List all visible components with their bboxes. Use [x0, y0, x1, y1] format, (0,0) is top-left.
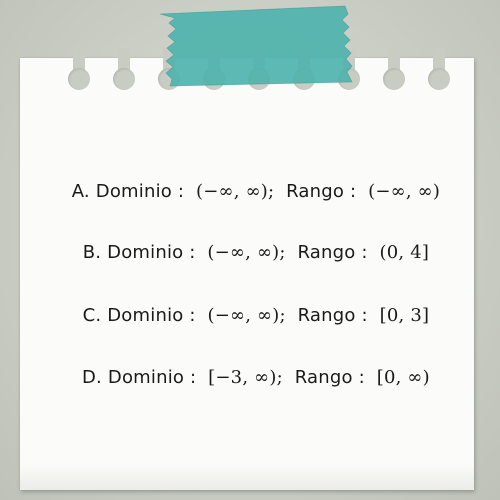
binder-hole	[113, 68, 135, 90]
binder-hole	[68, 68, 90, 90]
domain-label: Dominio :	[107, 305, 196, 326]
range-value: (0, 4]	[379, 242, 430, 263]
binder-hole	[248, 68, 270, 90]
binder-hole	[428, 68, 450, 90]
binder-hole	[203, 68, 225, 90]
answer-option-c[interactable]: C. Dominio : (−∞, ∞); Rango : [0, 3]	[0, 284, 500, 326]
range-value: [0, ∞)	[376, 367, 430, 388]
domain-value: (−∞, ∞);	[207, 305, 286, 326]
binder-hole	[158, 68, 180, 90]
range-label: Rango :	[294, 367, 365, 388]
answer-option-b[interactable]: B. Dominio : (−∞, ∞); Rango : (0, 4]	[0, 221, 500, 263]
note-paper	[20, 58, 474, 490]
domain-label: Dominio :	[107, 242, 196, 263]
binder-hole	[383, 68, 405, 90]
answer-option-a[interactable]: A. Dominio : (−∞, ∞); Rango : (−∞, ∞)	[0, 160, 500, 202]
domain-value: (−∞, ∞);	[196, 181, 275, 202]
option-letter: B.	[82, 242, 102, 263]
binder-hole	[293, 68, 315, 90]
option-letter: C.	[82, 305, 102, 326]
range-label: Rango :	[286, 181, 357, 202]
option-letter: D.	[81, 367, 102, 388]
domain-label: Dominio :	[95, 181, 185, 202]
option-letter: A.	[71, 181, 90, 202]
binder-holes	[0, 0, 500, 100]
domain-value: (−∞, ∞);	[207, 242, 286, 263]
range-label: Rango :	[297, 242, 368, 263]
range-value: [0, 3]	[379, 305, 430, 326]
answer-option-d[interactable]: D. Dominio : [−3, ∞); Rango : [0, ∞)	[0, 346, 500, 388]
range-label: Rango :	[297, 305, 368, 326]
binder-hole	[338, 68, 360, 90]
range-value: (−∞, ∞)	[368, 181, 441, 202]
domain-value: [−3, ∞);	[208, 367, 283, 388]
domain-label: Dominio :	[107, 367, 197, 388]
